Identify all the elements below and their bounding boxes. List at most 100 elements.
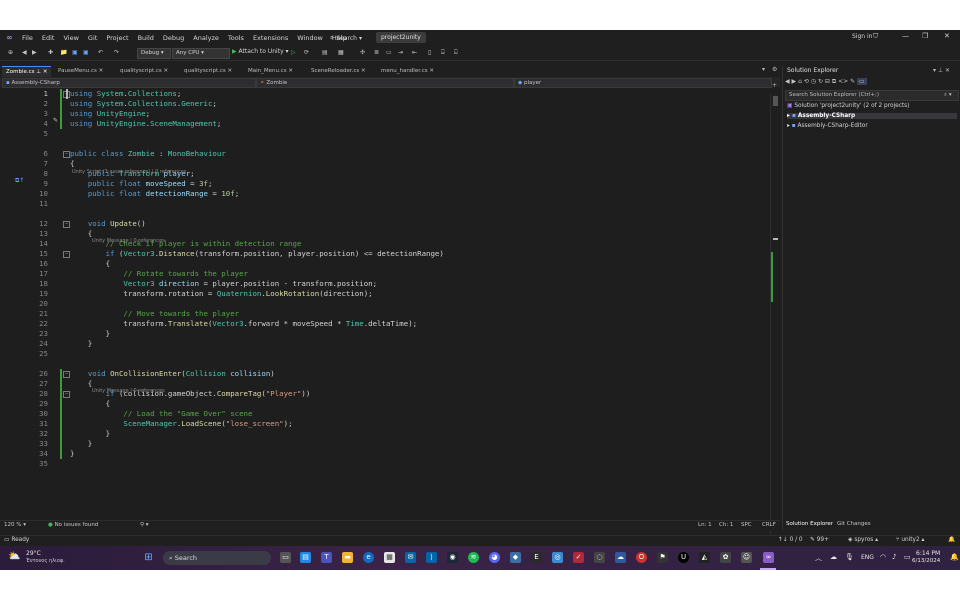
close-tab-icon[interactable]: ✕ xyxy=(287,68,293,74)
collapse-all-icon[interactable]: ⊟ xyxy=(825,78,830,85)
tab-menu-handler-cs[interactable]: menu_handler.cs ✕ xyxy=(377,66,438,76)
spotify-icon[interactable]: ≋ xyxy=(468,552,479,563)
code-line[interactable]: 4 using UnityEngine.SceneManagement; xyxy=(0,119,770,129)
back-icon[interactable]: ◀ xyxy=(785,78,790,85)
close-tab-icon[interactable]: ✕ xyxy=(97,68,104,74)
maximize-icon[interactable]: ❐ xyxy=(922,32,928,40)
tools-icon[interactable]: ✣ xyxy=(360,49,365,56)
app-icon-8[interactable]: ☺ xyxy=(741,552,752,563)
taskbar-search[interactable]: ⌕ Search xyxy=(163,551,271,565)
history-icon[interactable]: ◷ xyxy=(811,78,816,85)
codelens-update[interactable]: Unity Message | 0 references xyxy=(92,238,165,244)
platform-dropdown[interactable]: Any CPU ▾ xyxy=(172,48,230,59)
repo-indicator[interactable]: ◈ spyros ▴ xyxy=(848,537,878,543)
close-tab-icon[interactable]: ✕ xyxy=(359,68,366,74)
code-line[interactable]: 18 Vector3 direction = player.position -… xyxy=(0,279,770,289)
fold-toggle-icon[interactable]: − xyxy=(63,151,70,158)
search-box[interactable]: ⌕ Search ▾ xyxy=(330,33,362,43)
mic-icon[interactable]: 🎙 xyxy=(845,553,854,561)
menu-tools[interactable]: Tools xyxy=(228,34,244,42)
language-indicator[interactable]: ENG xyxy=(861,554,874,561)
code-line[interactable]: 23 } xyxy=(0,329,770,339)
undo-icon[interactable]: ↶ xyxy=(98,49,103,56)
sign-in-link[interactable]: Sign in xyxy=(852,33,872,40)
battery-icon[interactable]: ▭ xyxy=(904,553,911,561)
menu-extensions[interactable]: Extensions xyxy=(253,34,288,42)
sync-icon[interactable]: ⟲ xyxy=(804,78,809,85)
format-icon[interactable]: ≣ xyxy=(374,49,379,56)
close-tab-icon[interactable]: ⊥ ✕ xyxy=(35,69,47,75)
code-line[interactable]: 3 using UnityEngine; xyxy=(0,109,770,119)
code-line[interactable]: 24 } xyxy=(0,339,770,349)
codelens-collision[interactable]: Unity Message | 0 references xyxy=(92,388,165,394)
close-tab-icon[interactable]: ✕ xyxy=(226,68,233,74)
clock-date[interactable]: 6/13/2024 xyxy=(912,558,940,564)
column-indicator[interactable]: Ch: 1 xyxy=(719,522,733,528)
bookmark-prev-icon[interactable]: ⍈ xyxy=(441,49,445,57)
tab-git-changes[interactable]: Git Changes xyxy=(837,521,871,527)
pane-menu-icon[interactable]: ▾ ⊥ ✕ xyxy=(933,67,950,74)
app-icon-2[interactable]: ◎ xyxy=(552,552,563,563)
tray-chevron-icon[interactable]: ︿ xyxy=(815,553,822,563)
steam-icon[interactable]: ◉ xyxy=(447,552,458,563)
bookmark-next-icon[interactable]: ⍇ xyxy=(454,49,458,57)
vscode-icon[interactable]: ⟩ xyxy=(426,552,437,563)
forward-icon[interactable]: ▶ xyxy=(792,78,797,85)
line-ending-indicator[interactable]: CRLF xyxy=(762,522,776,528)
tab-zombie-cs[interactable]: Zombie.cs ⊥ ✕ xyxy=(2,66,52,77)
app-icon-7[interactable]: ✿ xyxy=(720,552,731,563)
codelens-class[interactable]: Unity Script (1 asset reference) | 0 ref… xyxy=(72,169,186,175)
layout-icon[interactable]: ▦ xyxy=(338,49,344,56)
close-tab-icon[interactable]: ✕ xyxy=(162,68,169,74)
comment-icon[interactable]: ▭ xyxy=(386,49,392,56)
wrench-icon[interactable]: ✎ xyxy=(850,78,855,85)
weather-text[interactable]: Έντονος ηλιοφ. xyxy=(26,558,65,564)
clock-time[interactable]: 6:14 PM xyxy=(916,550,940,557)
code-line[interactable]: 25 xyxy=(0,349,770,359)
tab-scenereloader-cs[interactable]: SceneReloader.cs ✕ xyxy=(307,66,370,76)
teams-icon[interactable]: T xyxy=(321,552,332,563)
menu-edit[interactable]: Edit xyxy=(42,34,55,42)
redo-icon[interactable]: ↷ xyxy=(114,49,119,56)
code-line[interactable]: 32 } xyxy=(0,429,770,439)
whitespace-indicator[interactable]: SPC xyxy=(741,522,752,528)
new-project-icon[interactable]: ⊕ xyxy=(8,49,13,56)
nav-forward-icon[interactable]: ▶ xyxy=(32,49,37,56)
tab-main-menu-cs[interactable]: Main_Menu.cs ✕ xyxy=(244,66,297,76)
scrollbar-thumb[interactable] xyxy=(773,96,778,106)
member-dropdown[interactable]: ◆ player xyxy=(514,78,772,88)
file-explorer-icon[interactable]: ▬ xyxy=(342,552,353,563)
share-icon[interactable]: ⛉ xyxy=(873,32,878,41)
code-line[interactable]: 1−using System.Collections; xyxy=(0,89,770,99)
opera-icon[interactable]: O xyxy=(636,552,647,563)
menu-debug[interactable]: Debug xyxy=(163,34,184,42)
home-icon[interactable]: ⌂ xyxy=(798,78,802,85)
notification-bell-icon[interactable]: 🔔 xyxy=(950,553,959,561)
code-line[interactable]: 22 transform.Translate(Vector3.forward *… xyxy=(0,319,770,329)
code-line[interactable]: 6 − public class Zombie : MonoBehaviour xyxy=(0,149,770,159)
code-line[interactable]: 35 xyxy=(0,459,770,469)
menu-file[interactable]: File xyxy=(22,34,33,42)
tab-list-chevron-icon[interactable]: ▾ xyxy=(762,66,765,73)
code-cleanup-icon[interactable]: ⚲ ▾ xyxy=(140,522,149,528)
save-all-icon[interactable]: ▣ xyxy=(83,49,89,56)
issues-indicator[interactable]: ● No issues found xyxy=(48,522,98,528)
weather-temp[interactable]: 29°C xyxy=(26,550,41,557)
zoom-level[interactable]: 120 % ▾ xyxy=(4,522,26,528)
preview-icon[interactable]: ▭ xyxy=(857,78,867,85)
fold-toggle-icon[interactable]: − xyxy=(63,371,70,378)
mail-icon[interactable]: ✉ xyxy=(405,552,416,563)
code-line[interactable]: 19 transform.rotation = Quaternion.LookR… xyxy=(0,289,770,299)
code-line[interactable]: 15 − if (Vector3.Distance(transform.posit… xyxy=(0,249,770,259)
solution-search-input[interactable]: Search Solution Explorer (Ctrl+;) ⌕ ▾ xyxy=(785,90,959,101)
code-line[interactable]: 20 xyxy=(0,299,770,309)
menu-project[interactable]: Project xyxy=(106,34,128,42)
git-changes-indicator[interactable]: ✎ 99+ xyxy=(810,537,829,543)
new-item-icon[interactable]: ✚ xyxy=(48,49,53,56)
settings-gear-icon[interactable]: ⚙ xyxy=(772,66,777,73)
app-icon-1[interactable]: ◆ xyxy=(510,552,521,563)
code-line[interactable]: 16 { xyxy=(0,259,770,269)
line-indicator[interactable]: Ln: 1 xyxy=(698,522,712,528)
code-view-icon[interactable]: <> xyxy=(838,78,848,85)
save-icon[interactable]: ▣ xyxy=(72,49,78,56)
